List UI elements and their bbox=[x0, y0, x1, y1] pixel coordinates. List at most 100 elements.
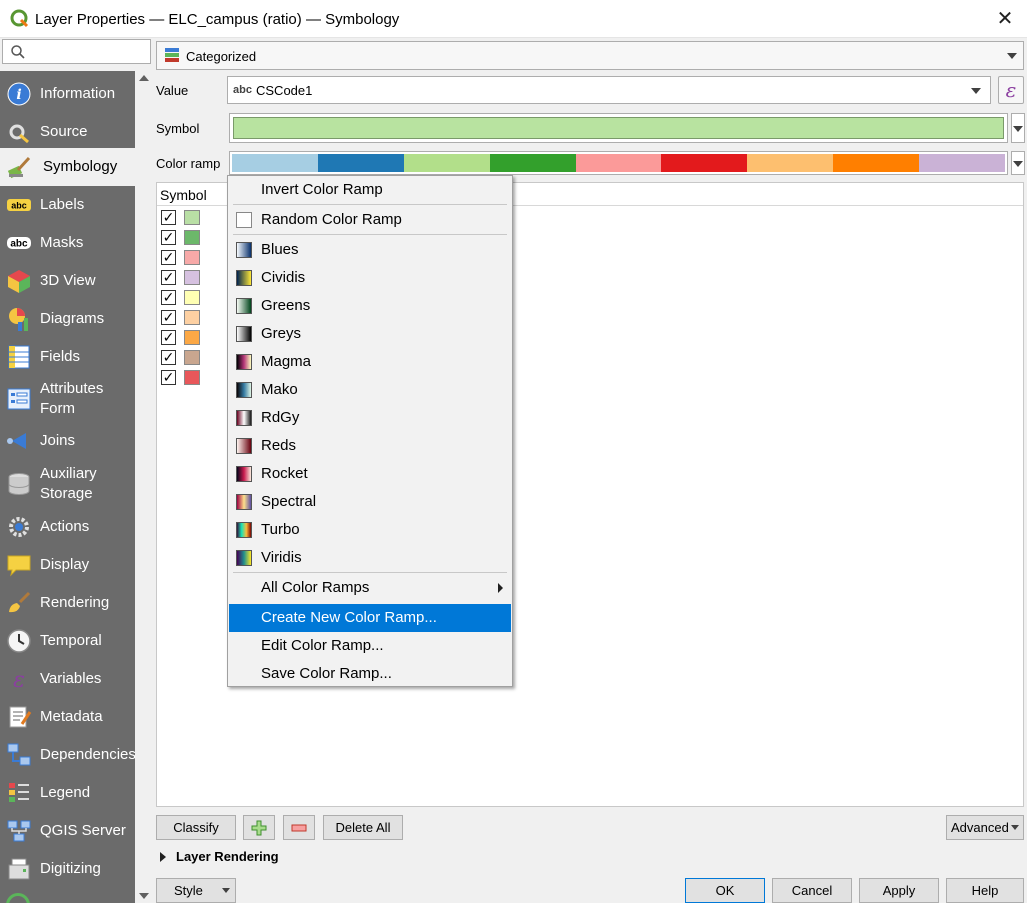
menu-item-invert-color-ramp[interactable]: Invert Color Ramp bbox=[229, 176, 511, 204]
class-symbol-swatch[interactable] bbox=[184, 210, 200, 225]
sidebar-item-masks[interactable]: abc Masks bbox=[0, 224, 135, 262]
sidebar-item-labels[interactable]: abc Labels bbox=[0, 186, 135, 224]
row-checkbox[interactable]: ✓ bbox=[161, 330, 176, 345]
sidebar-item-label: Variables bbox=[40, 670, 102, 687]
scroll-up-icon[interactable] bbox=[139, 75, 149, 81]
sidebar-item-dependencies[interactable]: Dependencies bbox=[0, 736, 135, 774]
sidebar-item-display[interactable]: Display bbox=[0, 546, 135, 584]
advanced-button[interactable]: Advanced bbox=[946, 815, 1024, 840]
sidebar-item-diagrams[interactable]: Diagrams bbox=[0, 300, 135, 338]
sidebar-item-metadata[interactable]: Metadata bbox=[0, 698, 135, 736]
menu-item-ramp-spectral[interactable]: Spectral bbox=[229, 488, 511, 516]
class-symbol-swatch[interactable] bbox=[184, 250, 200, 265]
row-checkbox[interactable]: ✓ bbox=[161, 310, 176, 325]
menu-item-ramp-magma[interactable]: Magma bbox=[229, 348, 511, 376]
sidebar-item-legend[interactable]: Legend bbox=[0, 774, 135, 812]
menu-item-random-color-ramp[interactable]: Random Color Ramp bbox=[229, 206, 511, 234]
fields-icon bbox=[6, 344, 32, 370]
ok-button[interactable]: OK bbox=[685, 878, 765, 903]
sidebar-item-3d-view[interactable]: 3D View bbox=[0, 262, 135, 300]
menu-item-ramp-greens[interactable]: Greens bbox=[229, 292, 511, 320]
sidebar-item-symbology[interactable]: Symbology bbox=[0, 148, 135, 186]
sidebar-item-information[interactable]: i Information bbox=[0, 75, 135, 113]
color-ramp-segment bbox=[403, 154, 490, 172]
sidebar-item-auxiliary-storage[interactable]: Auxiliary Storage bbox=[0, 460, 135, 508]
menu-item-edit-color-ramp[interactable]: Edit Color Ramp... bbox=[229, 632, 511, 660]
menu-item-ramp-rdgy[interactable]: RdGy bbox=[229, 404, 511, 432]
row-checkbox[interactable]: ✓ bbox=[161, 230, 176, 245]
cancel-button[interactable]: Cancel bbox=[772, 878, 852, 903]
column-header-symbol[interactable]: Symbol bbox=[160, 187, 207, 203]
row-checkbox[interactable]: ✓ bbox=[161, 290, 176, 305]
sidebar-item-temporal[interactable]: Temporal bbox=[0, 622, 135, 660]
menu-item-label: Edit Color Ramp... bbox=[261, 637, 384, 654]
class-symbol-swatch[interactable] bbox=[184, 310, 200, 325]
help-button[interactable]: Help bbox=[946, 878, 1024, 903]
symbol-button[interactable] bbox=[229, 113, 1008, 143]
renderer-type-select[interactable]: Categorized bbox=[156, 41, 1024, 70]
table-row[interactable]: ✓ bbox=[161, 249, 221, 268]
table-row[interactable]: ✓ bbox=[161, 229, 221, 248]
color-ramp-menu-button[interactable] bbox=[1011, 151, 1025, 175]
sidebar-item-label: QGIS Server bbox=[40, 822, 126, 839]
sidebar-item-qgis-server[interactable]: QGIS Server bbox=[0, 812, 135, 850]
value-field-select[interactable]: abc CSCode1 bbox=[227, 76, 991, 104]
menu-item-all-color-ramps[interactable]: All Color Ramps bbox=[229, 574, 511, 602]
color-ramp-button[interactable] bbox=[229, 151, 1008, 175]
table-row[interactable]: ✓ bbox=[161, 269, 221, 288]
menu-item-save-color-ramp[interactable]: Save Color Ramp... bbox=[229, 660, 511, 688]
layer-rendering-toggle[interactable]: Layer Rendering bbox=[160, 849, 279, 864]
menu-item-ramp-rocket[interactable]: Rocket bbox=[229, 460, 511, 488]
class-symbol-swatch[interactable] bbox=[184, 370, 200, 385]
delete-all-button[interactable]: Delete All bbox=[323, 815, 403, 840]
menu-item-label: Invert Color Ramp bbox=[261, 181, 383, 198]
table-row[interactable]: ✓ bbox=[161, 369, 221, 388]
add-class-button[interactable] bbox=[243, 815, 275, 840]
menu-item-ramp-turbo[interactable]: Turbo bbox=[229, 516, 511, 544]
menu-item-ramp-greys[interactable]: Greys bbox=[229, 320, 511, 348]
row-checkbox[interactable]: ✓ bbox=[161, 270, 176, 285]
diagrams-icon bbox=[6, 306, 32, 332]
class-symbol-swatch[interactable] bbox=[184, 350, 200, 365]
menu-item-create-new-color-ramp[interactable]: Create New Color Ramp... bbox=[229, 604, 511, 632]
attributes-form-icon bbox=[6, 386, 32, 412]
apply-button[interactable]: Apply bbox=[859, 878, 939, 903]
sidebar-item-variables[interactable]: ε Variables bbox=[0, 660, 135, 698]
symbol-menu-button[interactable] bbox=[1011, 113, 1025, 143]
sidebar-item-rendering[interactable]: Rendering bbox=[0, 584, 135, 622]
layer-rendering-label: Layer Rendering bbox=[176, 849, 279, 864]
close-icon[interactable]: ✕ bbox=[993, 6, 1017, 30]
menu-item-ramp-mako[interactable]: Mako bbox=[229, 376, 511, 404]
menu-item-ramp-cividis[interactable]: Cividis bbox=[229, 264, 511, 292]
classify-button[interactable]: Classify bbox=[156, 815, 236, 840]
sidebar-item-fields[interactable]: Fields bbox=[0, 338, 135, 376]
sidebar-item-joins[interactable]: Joins bbox=[0, 422, 135, 460]
row-checkbox[interactable]: ✓ bbox=[161, 250, 176, 265]
class-symbol-swatch[interactable] bbox=[184, 270, 200, 285]
table-row[interactable]: ✓ bbox=[161, 349, 221, 368]
sidebar-item-digitizing[interactable]: Digitizing bbox=[0, 850, 135, 888]
style-menu-button[interactable]: Style bbox=[156, 878, 236, 903]
class-symbol-swatch[interactable] bbox=[184, 290, 200, 305]
row-checkbox[interactable]: ✓ bbox=[161, 370, 176, 385]
row-checkbox[interactable]: ✓ bbox=[161, 350, 176, 365]
menu-item-ramp-viridis[interactable]: Viridis bbox=[229, 544, 511, 572]
table-row[interactable]: ✓ bbox=[161, 309, 221, 328]
table-row[interactable]: ✓ bbox=[161, 289, 221, 308]
scroll-down-icon[interactable] bbox=[139, 893, 149, 899]
menu-item-ramp-reds[interactable]: Reds bbox=[229, 432, 511, 460]
search-input[interactable] bbox=[2, 39, 151, 64]
advanced-label: Advanced bbox=[951, 820, 1009, 835]
sidebar-item-attributes-form[interactable]: Attributes Form bbox=[0, 376, 135, 422]
menu-item-ramp-blues[interactable]: Blues bbox=[229, 236, 511, 264]
class-symbol-swatch[interactable] bbox=[184, 330, 200, 345]
row-checkbox[interactable]: ✓ bbox=[161, 210, 176, 225]
expression-button[interactable]: ε bbox=[998, 76, 1024, 104]
table-row[interactable]: ✓ bbox=[161, 329, 221, 348]
sidebar-item-source[interactable]: Source bbox=[0, 113, 135, 151]
table-row[interactable]: ✓ bbox=[161, 209, 221, 228]
class-symbol-swatch[interactable] bbox=[184, 230, 200, 245]
remove-class-button[interactable] bbox=[283, 815, 315, 840]
sidebar-item-actions[interactable]: Actions bbox=[0, 508, 135, 546]
sidebar-scrollbar[interactable] bbox=[135, 71, 152, 903]
